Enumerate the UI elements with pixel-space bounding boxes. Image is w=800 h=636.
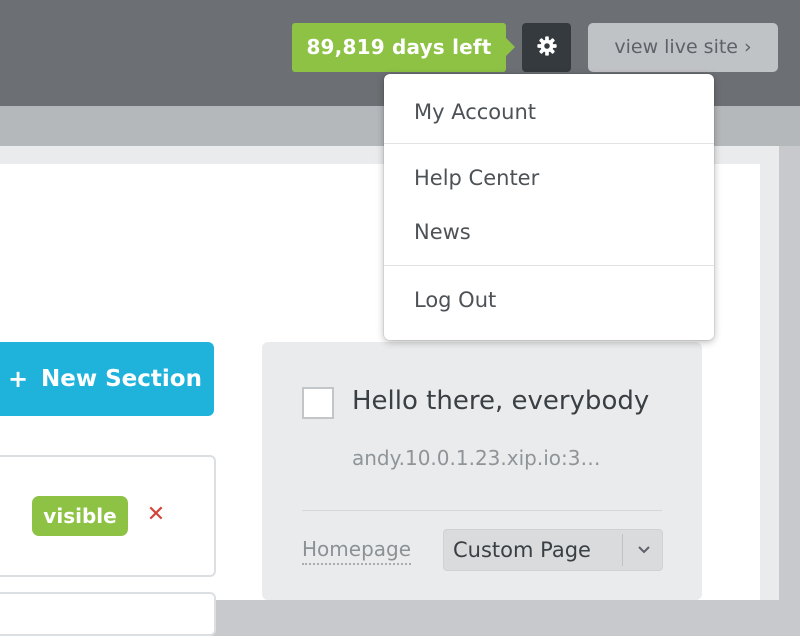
new-section-label: New Section [41, 366, 202, 392]
plus-icon: + [8, 365, 29, 393]
page-type-select[interactable]: Custom Page [443, 529, 663, 571]
menu-item-log-out[interactable]: Log Out [414, 285, 496, 315]
menu-divider [384, 143, 714, 144]
settings-dropdown-menu: My Account Help Center News Log Out [384, 74, 714, 340]
days-left-badge: 89,819 days left [292, 23, 515, 72]
page-checkbox[interactable] [302, 387, 334, 419]
menu-item-news[interactable]: News [414, 217, 471, 247]
new-section-button[interactable]: + New Section [0, 342, 214, 416]
menu-item-help-center[interactable]: Help Center [414, 163, 539, 193]
page-title: Hello there, everybody [352, 386, 650, 416]
visibility-badge[interactable]: visible [32, 496, 128, 536]
page-type-value: Custom Page [453, 538, 591, 562]
remove-icon[interactable]: ✕ [144, 500, 168, 530]
menu-item-my-account[interactable]: My Account [414, 97, 536, 127]
page-url: andy.10.0.1.23.xip.io:3… [352, 446, 601, 470]
panel-divider [302, 510, 662, 511]
view-live-site-button[interactable]: view live site › [588, 23, 778, 72]
homepage-link[interactable]: Homepage [302, 535, 412, 565]
menu-divider [384, 265, 714, 266]
chevron-down-icon [626, 530, 662, 570]
gear-icon [536, 35, 558, 61]
section-row[interactable] [0, 592, 216, 636]
select-separator [622, 534, 623, 566]
settings-button[interactable] [522, 23, 571, 72]
